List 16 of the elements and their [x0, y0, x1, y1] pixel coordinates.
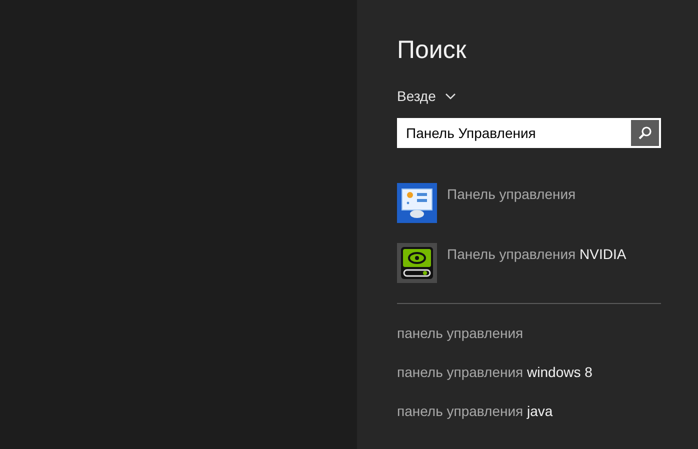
search-field[interactable]: Панель Управления [397, 118, 661, 148]
search-suggestion[interactable]: панель управления windows 8 [397, 363, 592, 382]
chevron-down-icon [444, 92, 456, 100]
control-panel-icon [397, 183, 437, 223]
search-suggestion[interactable]: панель управления java [397, 402, 553, 421]
result-label: Панель управления [447, 185, 576, 204]
pane-title: Поиск [397, 35, 468, 66]
search-suggestion[interactable]: панель управления [397, 324, 524, 343]
nvidia-icon [397, 243, 437, 283]
scope-dropdown[interactable]: Везде [397, 86, 456, 106]
app-result[interactable]: Панель управления NVIDIA [397, 243, 661, 283]
search-icon [638, 126, 652, 140]
search-button[interactable] [631, 120, 659, 146]
search-input[interactable]: Панель Управления [406, 122, 631, 144]
app-result[interactable]: Панель управления [397, 183, 661, 223]
result-label: Панель управления NVIDIA [447, 245, 626, 264]
